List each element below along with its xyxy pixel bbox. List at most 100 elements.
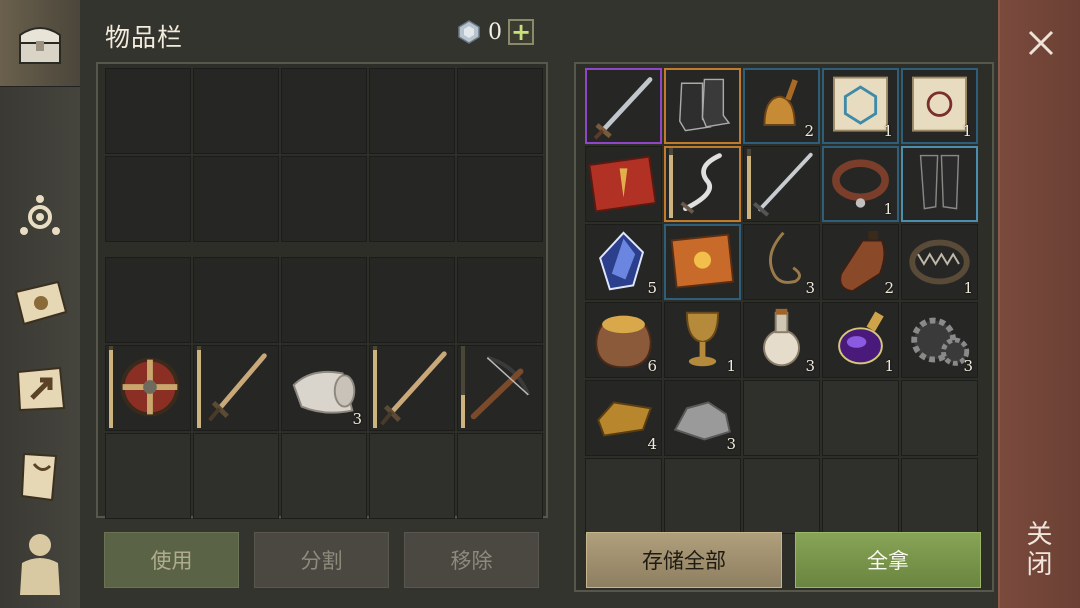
tab-inventory-chest[interactable] xyxy=(0,0,80,87)
inventory-slot[interactable] xyxy=(193,257,279,343)
round-shield-icon xyxy=(120,357,180,417)
chest-icon xyxy=(19,27,61,64)
storage-slot[interactable]: 1 xyxy=(901,68,978,144)
inventory-slot[interactable] xyxy=(369,433,455,519)
leg-armor-icon xyxy=(919,154,960,210)
currency-display: 0 + xyxy=(456,19,534,45)
storage-slot[interactable] xyxy=(585,146,662,222)
storage-slot[interactable]: 6 xyxy=(585,302,662,378)
inventory-slot[interactable] xyxy=(457,433,543,519)
inventory-slot[interactable] xyxy=(369,68,455,154)
quest-scroll-icon xyxy=(20,452,58,502)
use-button[interactable]: 使用 xyxy=(104,532,239,588)
page-title: 物品栏 xyxy=(105,23,184,52)
tab-map[interactable] xyxy=(0,356,80,420)
inventory-slot-sword[interactable] xyxy=(193,345,279,431)
map-arrow-icon xyxy=(16,366,66,412)
inventory-slot[interactable] xyxy=(105,257,191,343)
storage-slot[interactable]: 1 xyxy=(664,302,741,378)
item-quantity: 3 xyxy=(963,357,973,375)
storage-slot-empty[interactable] xyxy=(901,380,978,456)
take-all-button[interactable]: 全拿 xyxy=(795,532,981,588)
storage-slot[interactable] xyxy=(664,224,741,300)
inventory-slot-crossbow[interactable] xyxy=(457,345,543,431)
item-quantity: 3 xyxy=(726,435,736,453)
tab-character[interactable] xyxy=(0,528,80,600)
inventory-slot-bandage[interactable]: 3 xyxy=(281,345,367,431)
storage-slot[interactable]: 2 xyxy=(743,68,820,144)
item-quantity: 2 xyxy=(804,122,814,140)
character-icon xyxy=(20,534,60,595)
item-quantity: 1 xyxy=(726,357,736,375)
storage-slot-empty[interactable] xyxy=(822,380,899,456)
boots-icon xyxy=(679,78,731,132)
close-button[interactable]: 关闭 xyxy=(1022,520,1056,580)
item-quantity: 1 xyxy=(883,122,893,140)
storage-slot[interactable]: 5 xyxy=(585,224,662,300)
storage-slot[interactable]: 2 xyxy=(822,224,899,300)
storage-slot[interactable]: 1 xyxy=(822,146,899,222)
tab-quests[interactable] xyxy=(0,444,80,508)
currency-value: 0 xyxy=(488,19,502,45)
storage-slot[interactable] xyxy=(901,146,978,222)
inventory-slot[interactable] xyxy=(281,433,367,519)
storage-slot[interactable]: 4 xyxy=(585,380,662,456)
storage-slot[interactable]: 3 xyxy=(901,302,978,378)
tab-crafting[interactable] xyxy=(0,186,80,246)
storage-slot-empty[interactable] xyxy=(743,380,820,456)
storage-slot-empty[interactable] xyxy=(664,458,741,534)
storage-slot[interactable]: 1 xyxy=(822,302,899,378)
inventory-slot[interactable] xyxy=(281,257,367,343)
item-quantity: 1 xyxy=(962,122,972,140)
inventory-slot[interactable] xyxy=(193,156,279,242)
crafting-icon xyxy=(20,195,60,235)
item-quantity: 3 xyxy=(352,410,362,428)
split-button[interactable]: 分割 xyxy=(254,532,389,588)
storage-slot[interactable]: 1 xyxy=(822,68,899,144)
steel-sword-icon xyxy=(752,152,813,217)
storage-slot-empty[interactable] xyxy=(822,458,899,534)
inventory-slot[interactable] xyxy=(457,68,543,154)
storage-slot-empty[interactable] xyxy=(743,458,820,534)
storage-slot-empty[interactable] xyxy=(585,458,662,534)
storage-slot[interactable] xyxy=(585,68,662,144)
inventory-slot-long-sword[interactable] xyxy=(369,345,455,431)
item-quantity: 3 xyxy=(805,279,815,297)
storage-slot[interactable]: 1 xyxy=(901,224,978,300)
inventory-slot[interactable] xyxy=(369,156,455,242)
inventory-slot[interactable] xyxy=(281,156,367,242)
item-quantity: 2 xyxy=(884,279,894,297)
inventory-slot[interactable] xyxy=(281,68,367,154)
inventory-slot[interactable] xyxy=(457,257,543,343)
long-sword-icon xyxy=(380,351,447,426)
close-panel: 关闭 xyxy=(998,0,1080,608)
storage-slot[interactable] xyxy=(664,68,741,144)
tab-skills[interactable] xyxy=(0,270,80,334)
add-currency-button[interactable]: + xyxy=(508,19,534,45)
gem-icon xyxy=(458,20,480,44)
inventory-slot[interactable] xyxy=(369,257,455,343)
inventory-slot[interactable] xyxy=(193,433,279,519)
item-quantity: 1 xyxy=(884,357,894,375)
storage-slot[interactable] xyxy=(664,146,741,222)
inventory-slot[interactable] xyxy=(105,433,191,519)
crossbow-icon xyxy=(470,355,531,420)
inventory-slot[interactable] xyxy=(457,156,543,242)
storage-grid: 2 1 1 1 5 3 2 1 6 1 3 1 3 4 3 xyxy=(585,68,978,534)
inventory-slot-shield[interactable] xyxy=(105,345,191,431)
storage-slot[interactable]: 3 xyxy=(743,302,820,378)
storage-slot[interactable]: 3 xyxy=(664,380,741,456)
store-all-button[interactable]: 存储全部 xyxy=(586,532,782,588)
storage-slot[interactable]: 3 xyxy=(743,224,820,300)
close-icon[interactable] xyxy=(1026,28,1056,58)
inventory-slot[interactable] xyxy=(105,68,191,154)
inventory-slot[interactable] xyxy=(193,68,279,154)
item-quantity: 4 xyxy=(647,435,657,453)
storage-slot-empty[interactable] xyxy=(901,458,978,534)
inventory-slot[interactable] xyxy=(105,156,191,242)
remove-button[interactable]: 移除 xyxy=(404,532,539,588)
item-quantity: 5 xyxy=(647,279,657,297)
storage-slot[interactable] xyxy=(743,146,820,222)
item-quantity: 3 xyxy=(805,357,815,375)
sun-book-icon xyxy=(14,280,68,326)
